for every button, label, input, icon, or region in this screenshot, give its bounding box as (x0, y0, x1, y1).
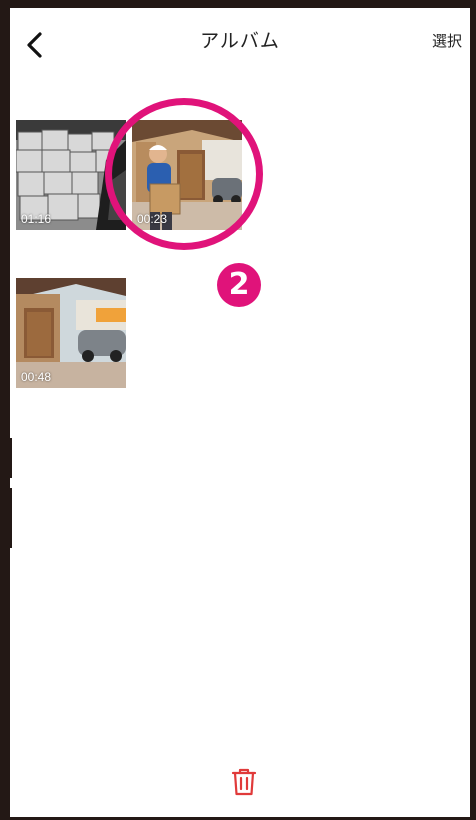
video-duration: 00:23 (137, 212, 168, 226)
step-number-badge: 2 (217, 263, 261, 307)
edge-mark (10, 488, 12, 548)
delete-button[interactable] (230, 767, 258, 797)
select-button[interactable]: 選択 (432, 30, 462, 51)
page-title: アルバム (200, 31, 280, 52)
video-duration: 01:16 (21, 212, 52, 226)
video-thumbnail-3[interactable]: 00:48 (16, 278, 126, 388)
navigation-bar: アルバム 選択 (10, 8, 470, 78)
video-thumbnail-2[interactable]: 00:23 (132, 120, 242, 230)
video-thumbnail-1[interactable]: 01:16 (16, 120, 126, 230)
video-duration: 00:48 (21, 370, 52, 384)
edge-mark (10, 438, 12, 478)
device-frame: アルバム 選択 01:16 00:23 00:48 2 (0, 0, 476, 820)
trash-icon (231, 768, 257, 796)
album-screen: アルバム 選択 01:16 00:23 00:48 2 (10, 8, 470, 817)
